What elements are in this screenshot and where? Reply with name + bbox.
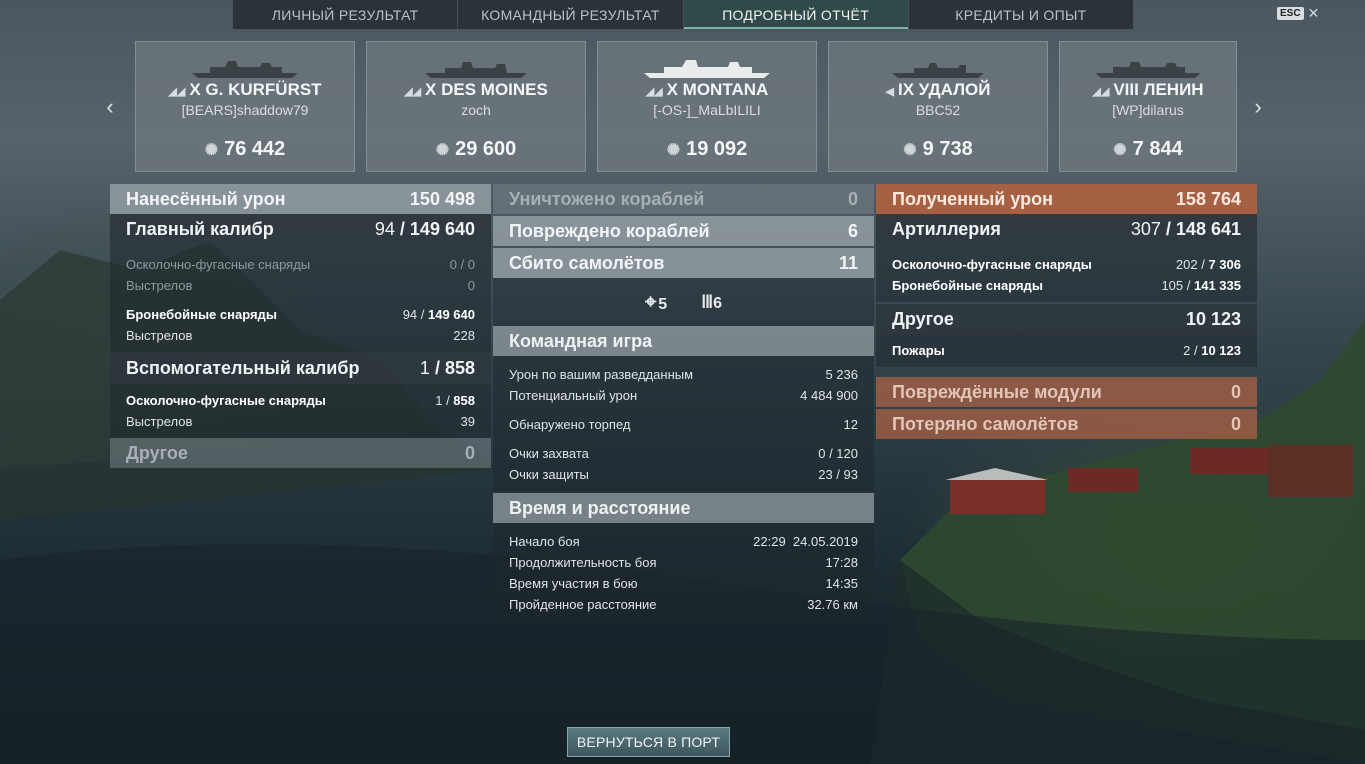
ship-name: ◀ IX УДАЛОЙ (885, 80, 991, 99)
battleship-class-icon: ◢◢ (645, 86, 663, 98)
damage-received-header: Полученный урон 158 764 (876, 184, 1257, 214)
capture-points-row: Очки захвата 0 / 120 (509, 446, 858, 461)
player-name: [BEARS]shaddow79 (181, 102, 309, 118)
ship-name: ◢◢ X MONTANA (645, 80, 769, 99)
next-ship-arrow-icon[interactable]: › (1248, 94, 1268, 120)
participation-time-row: Время участия в бою 14:35 (509, 576, 858, 591)
damage-received-panel: Полученный урон 158 764 Артиллерия 307 / 1… (876, 184, 1257, 439)
damage-score: ✺ 9 738 (903, 138, 973, 160)
artillery-details: Осколочно-фугасные снаряды 202 / 7 306 Бр… (876, 244, 1257, 302)
damage-dealt-header: Нанесённый урон 150 498 (110, 184, 491, 214)
distance-row: Пройденное расстояние 32.76 км (509, 597, 858, 612)
ships-damaged-header: Повреждено кораблей 6 (493, 216, 874, 246)
ship-card[interactable]: ◀ IX УДАЛОЙ BBC52 ✺ 9 738 (828, 41, 1048, 172)
battle-duration-row: Продолжительность боя 17:28 (509, 555, 858, 570)
cruiser-silhouette-icon (425, 62, 527, 78)
secondary-battery-header: Вспомогательный калибр 1 / 858 (110, 352, 491, 384)
ship-card[interactable]: ◢◢ X DES MOINES zoch ✺ 29 600 (366, 41, 586, 172)
damage-splash-icon: ✺ (204, 141, 219, 159)
time-distance-header: Время и расстояние (493, 493, 874, 523)
shells-icon: ǁǀ (701, 291, 713, 312)
ship-card-own[interactable]: ◢◢ X MONTANA [-OS-]_MaLbILILI ✺ 19 092 (597, 41, 817, 172)
torpedoes-spotted-row: Обнаружено торпед 12 (509, 417, 858, 432)
battleship-class-icon: ◢◢ (168, 86, 186, 98)
other-damage-header: Другое 0 (110, 438, 491, 468)
battle-start-row: Начало боя 22:29 24.05.2019 (509, 534, 858, 549)
prev-ship-arrow-icon[interactable]: ‹ (100, 94, 120, 120)
main-battery-details: Осколочно-фугасные снаряды 0 / 0 Выстрело… (110, 244, 491, 352)
team-play-details: Урон по вашим разведданным 5 236 Потенциа… (493, 356, 874, 491)
damaged-modules-header: Повреждённые модули 0 (876, 377, 1257, 407)
destroyer-class-icon: ◀ (885, 86, 894, 98)
damage-splash-icon: ✺ (435, 141, 450, 159)
damage-splash-icon: ✺ (666, 141, 681, 159)
damage-score: ✺ 29 600 (435, 138, 517, 160)
planes-shot-down-header: Сбито самолётов 11 (493, 248, 874, 278)
crosshair-icon: ⌖ (644, 290, 657, 313)
main-he-shots-row: Выстрелов 0 (126, 278, 475, 293)
tab-detailed-report[interactable]: ПОДРОБНЫЙ ОТЧЁТ (683, 0, 909, 29)
tab-team-result[interactable]: КОМАНДНЫЙ РЕЗУЛЬТАТ (458, 0, 684, 29)
ship-card[interactable]: ◢◢ X G. KURFÜRST [BEARS]shaddow79 ✺ 76 442 (135, 41, 355, 172)
secondary-he-row: Осколочно-фугасные снаряды 1 / 858 (126, 393, 475, 408)
artillery-header: Артиллерия 307 / 148 641 (876, 214, 1257, 244)
shells-ribbon: ǁǀ 6 (701, 291, 723, 312)
damage-dealt-panel: Нанесённый урон 150 498 Главный калибр 94 … (110, 184, 491, 468)
player-name: [-OS-]_MaLbILILI (653, 102, 761, 118)
player-name: BBC52 (915, 102, 961, 118)
potential-damage-row: Потенциальный урон 4 484 900 (509, 388, 858, 403)
damage-score: ✺ 7 844 (1113, 138, 1183, 160)
defense-points-row: Очки защиты 23 / 93 (509, 467, 858, 482)
damage-splash-icon: ✺ (903, 141, 917, 159)
esc-key-badge[interactable]: ESC (1277, 7, 1304, 20)
battleship-class-icon: ◢◢ (1092, 86, 1110, 98)
time-distance-details: Начало боя 22:29 24.05.2019 Продолжительн… (493, 523, 874, 621)
battleship-silhouette-icon (192, 61, 298, 78)
main-battery-header: Главный калибр 94 / 149 640 (110, 214, 491, 244)
esc-close[interactable]: ESC ✕ (1277, 5, 1319, 22)
received-he-row: Осколочно-фугасные снаряды 202 / 7 306 (892, 257, 1241, 272)
main-ap-shots-row: Выстрелов 228 (126, 328, 475, 343)
damage-score: ✺ 19 092 (666, 138, 748, 160)
received-ap-row: Бронебойные снаряды 105 / 141 335 (892, 278, 1241, 293)
ship-name: ◢◢ X DES MOINES (404, 80, 548, 99)
ribbon-icons-row: ⌖ 5 ǁǀ 6 (493, 278, 874, 326)
hits-ribbon: ⌖ 5 (644, 290, 668, 313)
planes-lost-header: Потеряно самолётов 0 (876, 409, 1257, 439)
player-name: [WP]dilarus (1112, 102, 1184, 118)
ship-name: ◢◢ X G. KURFÜRST (168, 80, 322, 99)
ships-stats-panel: Уничтожено кораблей 0 Повреждено кораблей… (493, 184, 874, 621)
battleship-silhouette-icon (644, 60, 770, 78)
battleship-silhouette-icon (1095, 62, 1201, 78)
return-to-port-button[interactable]: ВЕРНУТЬСЯ В ПОРТ (567, 727, 730, 757)
ships-destroyed-header: Уничтожено кораблей 0 (493, 184, 874, 214)
destroyer-silhouette-icon (892, 63, 984, 78)
main-ap-row: Бронебойные снаряды 94 / 149 640 (126, 307, 475, 322)
damage-score: ✺ 76 442 (204, 138, 286, 160)
cruiser-class-icon: ◢◢ (404, 86, 422, 98)
player-name: zoch (461, 102, 491, 118)
ship-card[interactable]: ◢◢ VIII ЛЕНИН [WP]dilarus ✺ 7 844 (1059, 41, 1237, 172)
damage-splash-icon: ✺ (1113, 141, 1127, 159)
secondary-battery-details: Осколочно-фугасные снаряды 1 / 858 Выстре… (110, 384, 491, 438)
spotting-damage-row: Урон по вашим разведданным 5 236 (509, 367, 858, 382)
secondary-shots-row: Выстрелов 39 (126, 414, 475, 429)
tab-credits-xp[interactable]: КРЕДИТЫ И ОПЫТ (909, 0, 1133, 29)
fires-row: Пожары 2 / 10 123 (892, 343, 1241, 358)
main-he-row: Осколочно-фугасные снаряды 0 / 0 (126, 257, 475, 272)
tab-personal-result[interactable]: ЛИЧНЫЙ РЕЗУЛЬТАТ (233, 0, 459, 29)
ship-name: ◢◢ VIII ЛЕНИН (1092, 80, 1204, 99)
close-icon[interactable]: ✕ (1308, 5, 1320, 22)
other-received-details: Пожары 2 / 10 123 (876, 334, 1257, 367)
report-tabs: ЛИЧНЫЙ РЕЗУЛЬТАТ КОМАНДНЫЙ РЕЗУЛЬТАТ ПОД… (232, 0, 1134, 30)
team-play-header: Командная игра (493, 326, 874, 356)
other-received-header: Другое 10 123 (876, 304, 1257, 334)
